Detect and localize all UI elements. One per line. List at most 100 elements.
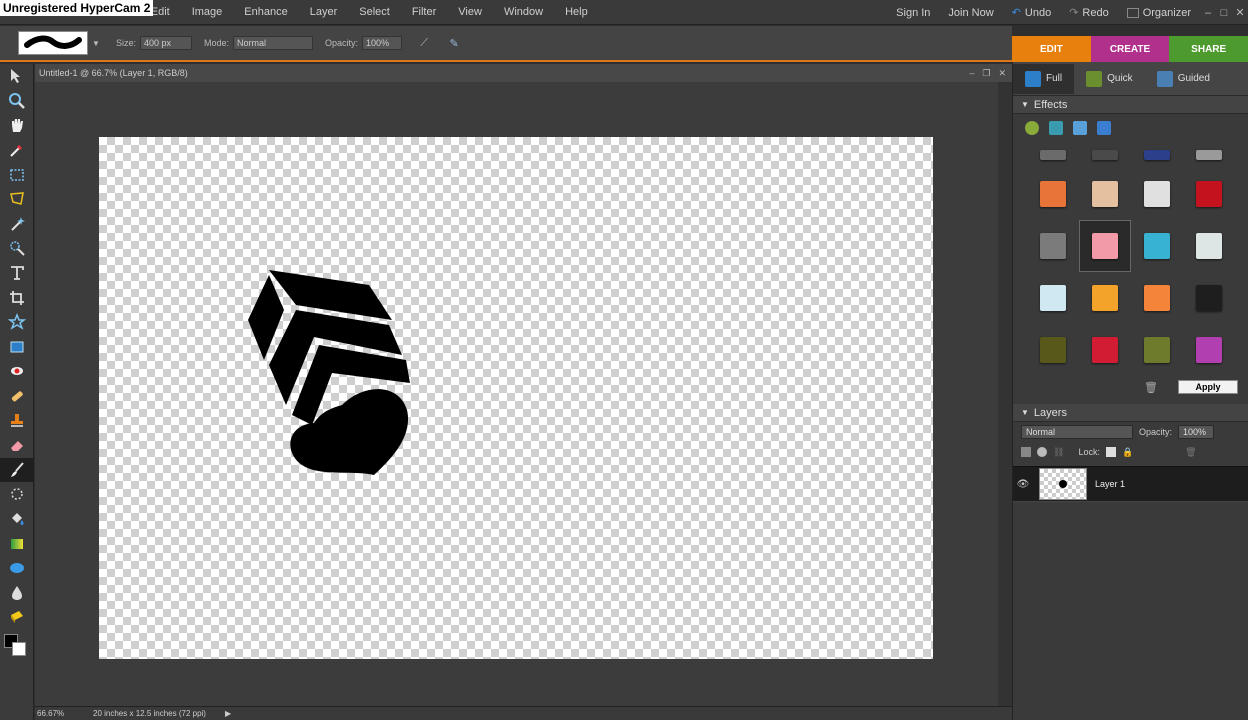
menu-view[interactable]: View bbox=[447, 0, 493, 25]
crop-tool[interactable] bbox=[0, 285, 34, 310]
doc-restore-icon[interactable]: ❐ bbox=[982, 64, 990, 82]
filters-icon[interactable] bbox=[1025, 121, 1039, 135]
zoom-level[interactable]: 66.67% bbox=[35, 709, 85, 718]
effect-thumbnail[interactable] bbox=[1027, 142, 1079, 168]
hand-tool[interactable] bbox=[0, 113, 34, 138]
menu-window[interactable]: Window bbox=[493, 0, 554, 25]
blend-mode-select[interactable]: Normal bbox=[1021, 425, 1133, 439]
lock-transparent-icon[interactable] bbox=[1105, 447, 1116, 457]
layer-visibility-eye-icon[interactable]: 👁 bbox=[1013, 479, 1033, 490]
menu-image[interactable]: Image bbox=[181, 0, 234, 25]
type-tool[interactable] bbox=[0, 261, 34, 286]
menu-filter[interactable]: Filter bbox=[401, 0, 447, 25]
new-layer-icon[interactable] bbox=[1021, 447, 1031, 457]
effect-thumbnail[interactable] bbox=[1183, 168, 1235, 220]
effect-thumbnail[interactable] bbox=[1183, 142, 1235, 168]
layers-panel-header[interactable]: ▼ Layers bbox=[1013, 404, 1248, 422]
tab-guided[interactable]: Guided bbox=[1145, 64, 1222, 94]
airbrush-icon[interactable]: ⟋ bbox=[416, 37, 432, 50]
tablet-options-icon[interactable]: ✎ bbox=[446, 37, 462, 50]
delete-layer-icon[interactable]: 🗑 bbox=[1185, 447, 1196, 458]
effect-thumbnail[interactable] bbox=[1131, 324, 1183, 372]
tab-quick[interactable]: Quick bbox=[1074, 64, 1145, 94]
vertical-scrollbar[interactable] bbox=[998, 82, 1012, 706]
brush-tool[interactable] bbox=[0, 457, 34, 483]
layer-opacity-input[interactable]: 100% bbox=[1178, 425, 1215, 439]
background-color-swatch[interactable] bbox=[12, 641, 26, 656]
brush-dropdown-icon[interactable]: ▼ bbox=[88, 39, 104, 48]
trash-icon[interactable]: 🗑 bbox=[1144, 381, 1158, 394]
lock-all-icon[interactable]: 🔒 bbox=[1122, 447, 1133, 458]
paint-bucket-tool[interactable] bbox=[0, 507, 34, 532]
effect-thumbnail[interactable] bbox=[1183, 220, 1235, 272]
effect-thumbnail[interactable] bbox=[1027, 272, 1079, 324]
lasso-tool[interactable] bbox=[0, 187, 34, 212]
opacity-input[interactable]: 100% bbox=[362, 36, 403, 50]
menu-layer[interactable]: Layer bbox=[299, 0, 349, 25]
tab-create[interactable]: CREATE bbox=[1090, 36, 1170, 62]
sign-in-link[interactable]: Sign In bbox=[887, 7, 939, 19]
effect-thumbnail[interactable] bbox=[1131, 220, 1183, 272]
mode-select[interactable]: Normal bbox=[233, 36, 314, 50]
effect-thumbnail[interactable] bbox=[1027, 168, 1079, 220]
doc-minimize-icon[interactable]: – bbox=[969, 64, 974, 82]
layer-row[interactable]: 👁 Layer 1 bbox=[1013, 466, 1248, 502]
tab-share[interactable]: SHARE bbox=[1169, 36, 1248, 62]
tab-full[interactable]: Full bbox=[1013, 63, 1075, 94]
maximize-icon[interactable]: □ bbox=[1216, 7, 1232, 19]
shape-tool[interactable] bbox=[0, 556, 34, 581]
eyedropper-tool[interactable] bbox=[0, 138, 34, 163]
straighten-tool[interactable] bbox=[0, 335, 34, 360]
redo-button[interactable]: ↷ Redo bbox=[1060, 6, 1118, 20]
photo-effects-icon[interactable] bbox=[1073, 121, 1087, 135]
effect-thumbnail[interactable] bbox=[1131, 272, 1183, 324]
effect-thumbnail[interactable] bbox=[1027, 220, 1079, 272]
stamp-icon bbox=[11, 413, 23, 427]
magic-wand-tool[interactable] bbox=[0, 212, 34, 237]
cookie-cutter-tool[interactable] bbox=[0, 310, 34, 335]
all-effects-icon[interactable] bbox=[1097, 121, 1111, 135]
effect-thumbnail[interactable] bbox=[1183, 272, 1235, 324]
brush-preset-picker[interactable] bbox=[18, 31, 88, 55]
sponge-tool[interactable] bbox=[0, 605, 34, 630]
layer-styles-icon[interactable] bbox=[1049, 121, 1063, 135]
image-canvas[interactable] bbox=[99, 137, 933, 659]
effect-thumbnail[interactable] bbox=[1131, 142, 1183, 168]
apply-button[interactable]: Apply bbox=[1178, 380, 1238, 394]
link-layers-icon[interactable]: ⛓ bbox=[1053, 447, 1064, 458]
zoom-tool[interactable] bbox=[0, 89, 34, 114]
menu-help[interactable]: Help bbox=[554, 0, 599, 25]
join-now-link[interactable]: Join Now bbox=[939, 7, 1002, 19]
size-input[interactable]: 400 px bbox=[140, 36, 193, 50]
menu-enhance[interactable]: Enhance bbox=[233, 0, 298, 25]
eraser-tool[interactable] bbox=[0, 433, 34, 458]
clone-stamp-tool[interactable] bbox=[0, 408, 34, 433]
red-eye-tool[interactable] bbox=[0, 359, 34, 384]
effect-thumbnail[interactable] bbox=[1027, 324, 1079, 372]
adjustment-layer-icon[interactable] bbox=[1037, 447, 1047, 457]
status-menu-arrow-icon[interactable]: ▶ bbox=[225, 709, 231, 718]
effect-thumbnail[interactable] bbox=[1183, 324, 1235, 372]
tab-edit[interactable]: EDIT bbox=[1012, 36, 1091, 62]
effect-thumbnail[interactable] bbox=[1079, 142, 1131, 168]
effects-panel-header[interactable]: ▼ Effects bbox=[1013, 96, 1248, 114]
doc-close-icon[interactable]: ✕ bbox=[998, 64, 1006, 82]
effect-thumbnail[interactable] bbox=[1079, 272, 1131, 324]
color-swatches[interactable] bbox=[0, 630, 34, 664]
close-icon[interactable]: ✕ bbox=[1232, 6, 1248, 19]
effect-thumbnail[interactable] bbox=[1079, 220, 1131, 272]
marquee-tool[interactable] bbox=[0, 162, 34, 187]
effect-thumbnail[interactable] bbox=[1079, 324, 1131, 372]
gradient-tool[interactable] bbox=[0, 531, 34, 556]
spot-healing-tool[interactable] bbox=[0, 384, 34, 409]
minimize-icon[interactable]: – bbox=[1200, 7, 1216, 19]
effect-thumbnail[interactable] bbox=[1079, 168, 1131, 220]
organizer-button[interactable]: Organizer bbox=[1118, 7, 1200, 19]
blur-tool[interactable] bbox=[0, 580, 34, 605]
undo-button[interactable]: ↶ Undo bbox=[1003, 6, 1061, 20]
move-tool[interactable] bbox=[0, 64, 34, 89]
effect-thumbnail[interactable] bbox=[1131, 168, 1183, 220]
smart-brush-tool[interactable] bbox=[0, 482, 34, 507]
menu-select[interactable]: Select bbox=[348, 0, 401, 25]
quick-selection-tool[interactable] bbox=[0, 236, 34, 261]
